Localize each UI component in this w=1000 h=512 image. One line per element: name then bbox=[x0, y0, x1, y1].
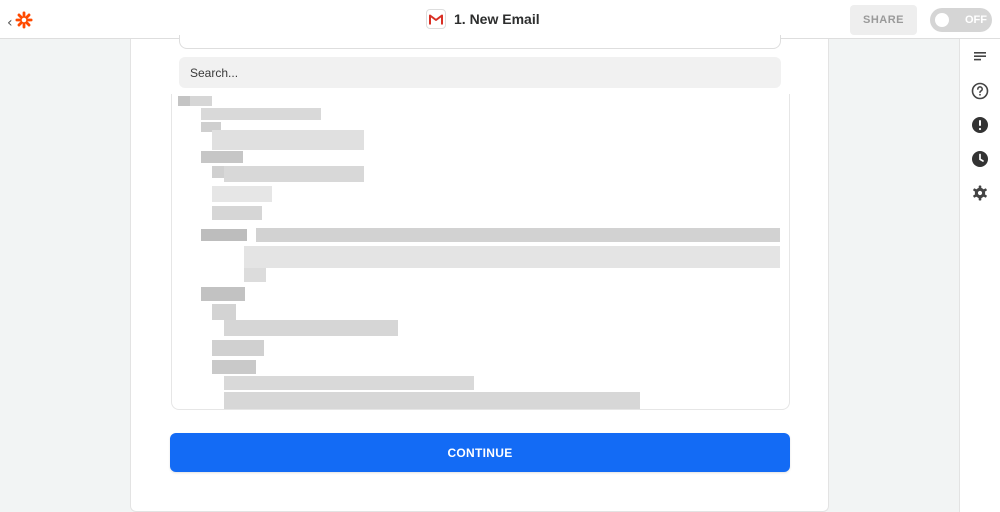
obscured-content bbox=[224, 166, 364, 182]
toggle-knob bbox=[935, 13, 949, 27]
zap-on-off-toggle[interactable]: OFF bbox=[930, 8, 992, 32]
search-input[interactable] bbox=[179, 57, 781, 88]
continue-button[interactable]: CONTINUE bbox=[170, 433, 790, 472]
obscured-content bbox=[201, 151, 243, 163]
obscured-content bbox=[190, 96, 212, 106]
obscured-content bbox=[244, 246, 780, 268]
back-button[interactable]: ‹ bbox=[7, 11, 33, 34]
history-icon[interactable] bbox=[969, 148, 991, 170]
toggle-label: OFF bbox=[965, 14, 987, 26]
option-list[interactable] bbox=[171, 94, 790, 410]
obscured-content bbox=[212, 130, 364, 150]
obscured-content bbox=[212, 360, 256, 374]
obscured-content bbox=[178, 96, 190, 106]
help-icon[interactable] bbox=[969, 80, 991, 102]
step-title-group: 1. New Email bbox=[426, 9, 540, 29]
chevron-left-icon: ‹ bbox=[7, 14, 13, 31]
alert-icon[interactable] bbox=[969, 114, 991, 136]
obscured-content bbox=[224, 376, 474, 390]
obscured-content bbox=[244, 268, 266, 282]
right-sidebar bbox=[959, 39, 1000, 512]
details-icon[interactable] bbox=[969, 46, 991, 68]
obscured-content bbox=[201, 108, 321, 120]
share-button[interactable]: SHARE bbox=[850, 5, 917, 35]
settings-icon[interactable] bbox=[969, 182, 991, 204]
obscured-content bbox=[201, 229, 247, 241]
obscured-content bbox=[224, 392, 640, 409]
obscured-content bbox=[212, 304, 236, 320]
obscured-content bbox=[256, 228, 780, 242]
page-title: 1. New Email bbox=[454, 11, 540, 27]
obscured-content bbox=[224, 320, 398, 336]
top-bar: ‹ 1. New Email SHARE OFF bbox=[0, 0, 1000, 39]
obscured-content bbox=[201, 287, 245, 301]
gmail-icon bbox=[426, 9, 446, 29]
obscured-content bbox=[212, 166, 224, 178]
previous-field bbox=[179, 35, 781, 49]
obscured-content bbox=[212, 206, 262, 220]
obscured-content bbox=[212, 340, 264, 356]
zapier-logo-icon bbox=[15, 11, 33, 34]
editor-card: CONTINUE bbox=[130, 35, 829, 512]
obscured-content bbox=[212, 186, 272, 202]
